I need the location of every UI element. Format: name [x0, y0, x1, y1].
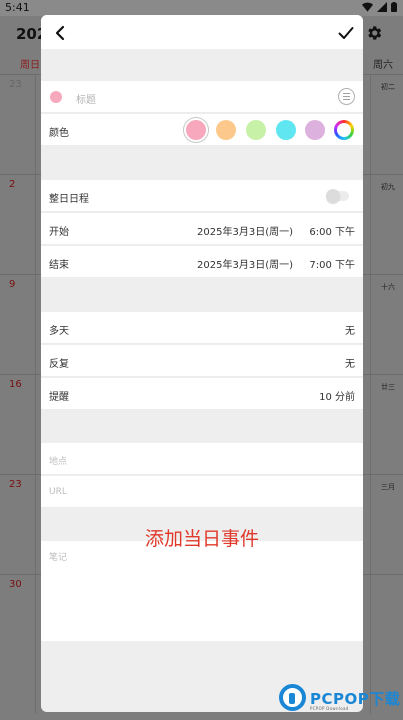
calendar-lunar: 初二	[381, 83, 395, 91]
save-button[interactable]	[335, 22, 357, 44]
logo-subtext: PCPOP Download	[310, 706, 349, 711]
wifi-icon	[362, 2, 373, 12]
calendar-lunar: 初九	[381, 183, 395, 191]
reminder-row[interactable]: 提醒 10 分前	[41, 378, 363, 410]
all-day-row[interactable]: 整日日程	[41, 180, 363, 212]
logo-icon	[279, 684, 306, 711]
start-date[interactable]: 2025年3月3日(周一)	[197, 223, 293, 238]
selected-color-dot	[50, 91, 62, 103]
signal-icon	[377, 2, 387, 12]
dialog-toolbar	[41, 15, 363, 49]
calendar-lunar: 廿三	[381, 383, 395, 391]
multi-day-value: 无	[345, 326, 355, 337]
url-placeholder: URL	[49, 487, 67, 497]
color-swatch-cyan[interactable]	[276, 120, 296, 140]
end-row: 结束 2025年3月3日(周一) 7:00 下午	[41, 246, 363, 278]
title-input[interactable]: 标题	[76, 91, 96, 106]
caption-overlay: 添加当日事件	[144, 528, 259, 550]
calendar-day[interactable]: 23	[9, 479, 22, 490]
end-label: 结束	[49, 260, 69, 271]
end-time[interactable]: 7:00 下午	[309, 256, 355, 271]
start-label: 开始	[49, 227, 69, 238]
reminder-value: 10 分前	[319, 392, 355, 403]
calendar-lunar: 三月	[381, 483, 395, 491]
calendar-day[interactable]: 23	[9, 79, 22, 90]
calendar-column-line	[370, 74, 371, 714]
color-swatch-orange[interactable]	[216, 120, 236, 140]
calendar-day[interactable]: 16	[9, 379, 22, 390]
color-swatch-pink[interactable]	[186, 120, 206, 140]
gear-icon[interactable]	[365, 24, 383, 42]
repeat-label: 反复	[49, 359, 69, 370]
color-row: 颜色	[41, 114, 363, 146]
title-row[interactable]: 标题	[41, 81, 363, 113]
battery-icon	[391, 2, 397, 12]
weekday-sunday: 周日	[20, 60, 40, 71]
calendar-day[interactable]: 9	[9, 279, 15, 290]
start-time[interactable]: 6:00 下午	[309, 223, 355, 238]
status-icons	[362, 2, 397, 12]
multi-day-label: 多天	[49, 326, 69, 337]
color-label: 颜色	[49, 128, 69, 139]
end-date[interactable]: 2025年3月3日(周一)	[197, 256, 293, 271]
all-day-label: 整日日程	[49, 194, 89, 205]
calendar-lunar: 十六	[381, 283, 395, 291]
multi-day-row[interactable]: 多天 无	[41, 312, 363, 344]
notes-placeholder: 笔记	[49, 553, 68, 563]
menu-icon[interactable]	[338, 88, 355, 105]
color-picker-icon[interactable]	[334, 120, 354, 140]
location-field[interactable]: 地点	[41, 443, 363, 475]
back-button[interactable]	[49, 22, 71, 44]
weekday-saturday: 周六	[373, 60, 393, 71]
back-arrow-icon	[55, 25, 65, 41]
status-bar: 5:41	[0, 0, 403, 16]
all-day-toggle[interactable]	[326, 189, 349, 203]
reminder-label: 提醒	[49, 392, 69, 403]
notes-field[interactable]: 笔记	[41, 541, 363, 641]
checkmark-icon	[338, 27, 354, 39]
repeat-row[interactable]: 反复 无	[41, 345, 363, 377]
pcpop-logo: PCPOP下载 PCPOP Download	[279, 684, 401, 716]
url-field[interactable]: URL	[41, 476, 363, 508]
repeat-value: 无	[345, 359, 355, 370]
new-event-dialog: 标题 颜色 整日日程 开始 2025年3月3日(周一) 6:00 下午 结束 2…	[41, 15, 363, 712]
calendar-day[interactable]: 2	[9, 179, 15, 190]
status-time: 5:41	[5, 1, 30, 14]
location-placeholder: 地点	[49, 457, 68, 467]
color-swatch-green[interactable]	[246, 120, 266, 140]
calendar-day[interactable]: 30	[9, 579, 22, 590]
calendar-column-line	[35, 74, 36, 714]
color-swatch-purple[interactable]	[305, 120, 325, 140]
start-row: 开始 2025年3月3日(周一) 6:00 下午	[41, 213, 363, 245]
